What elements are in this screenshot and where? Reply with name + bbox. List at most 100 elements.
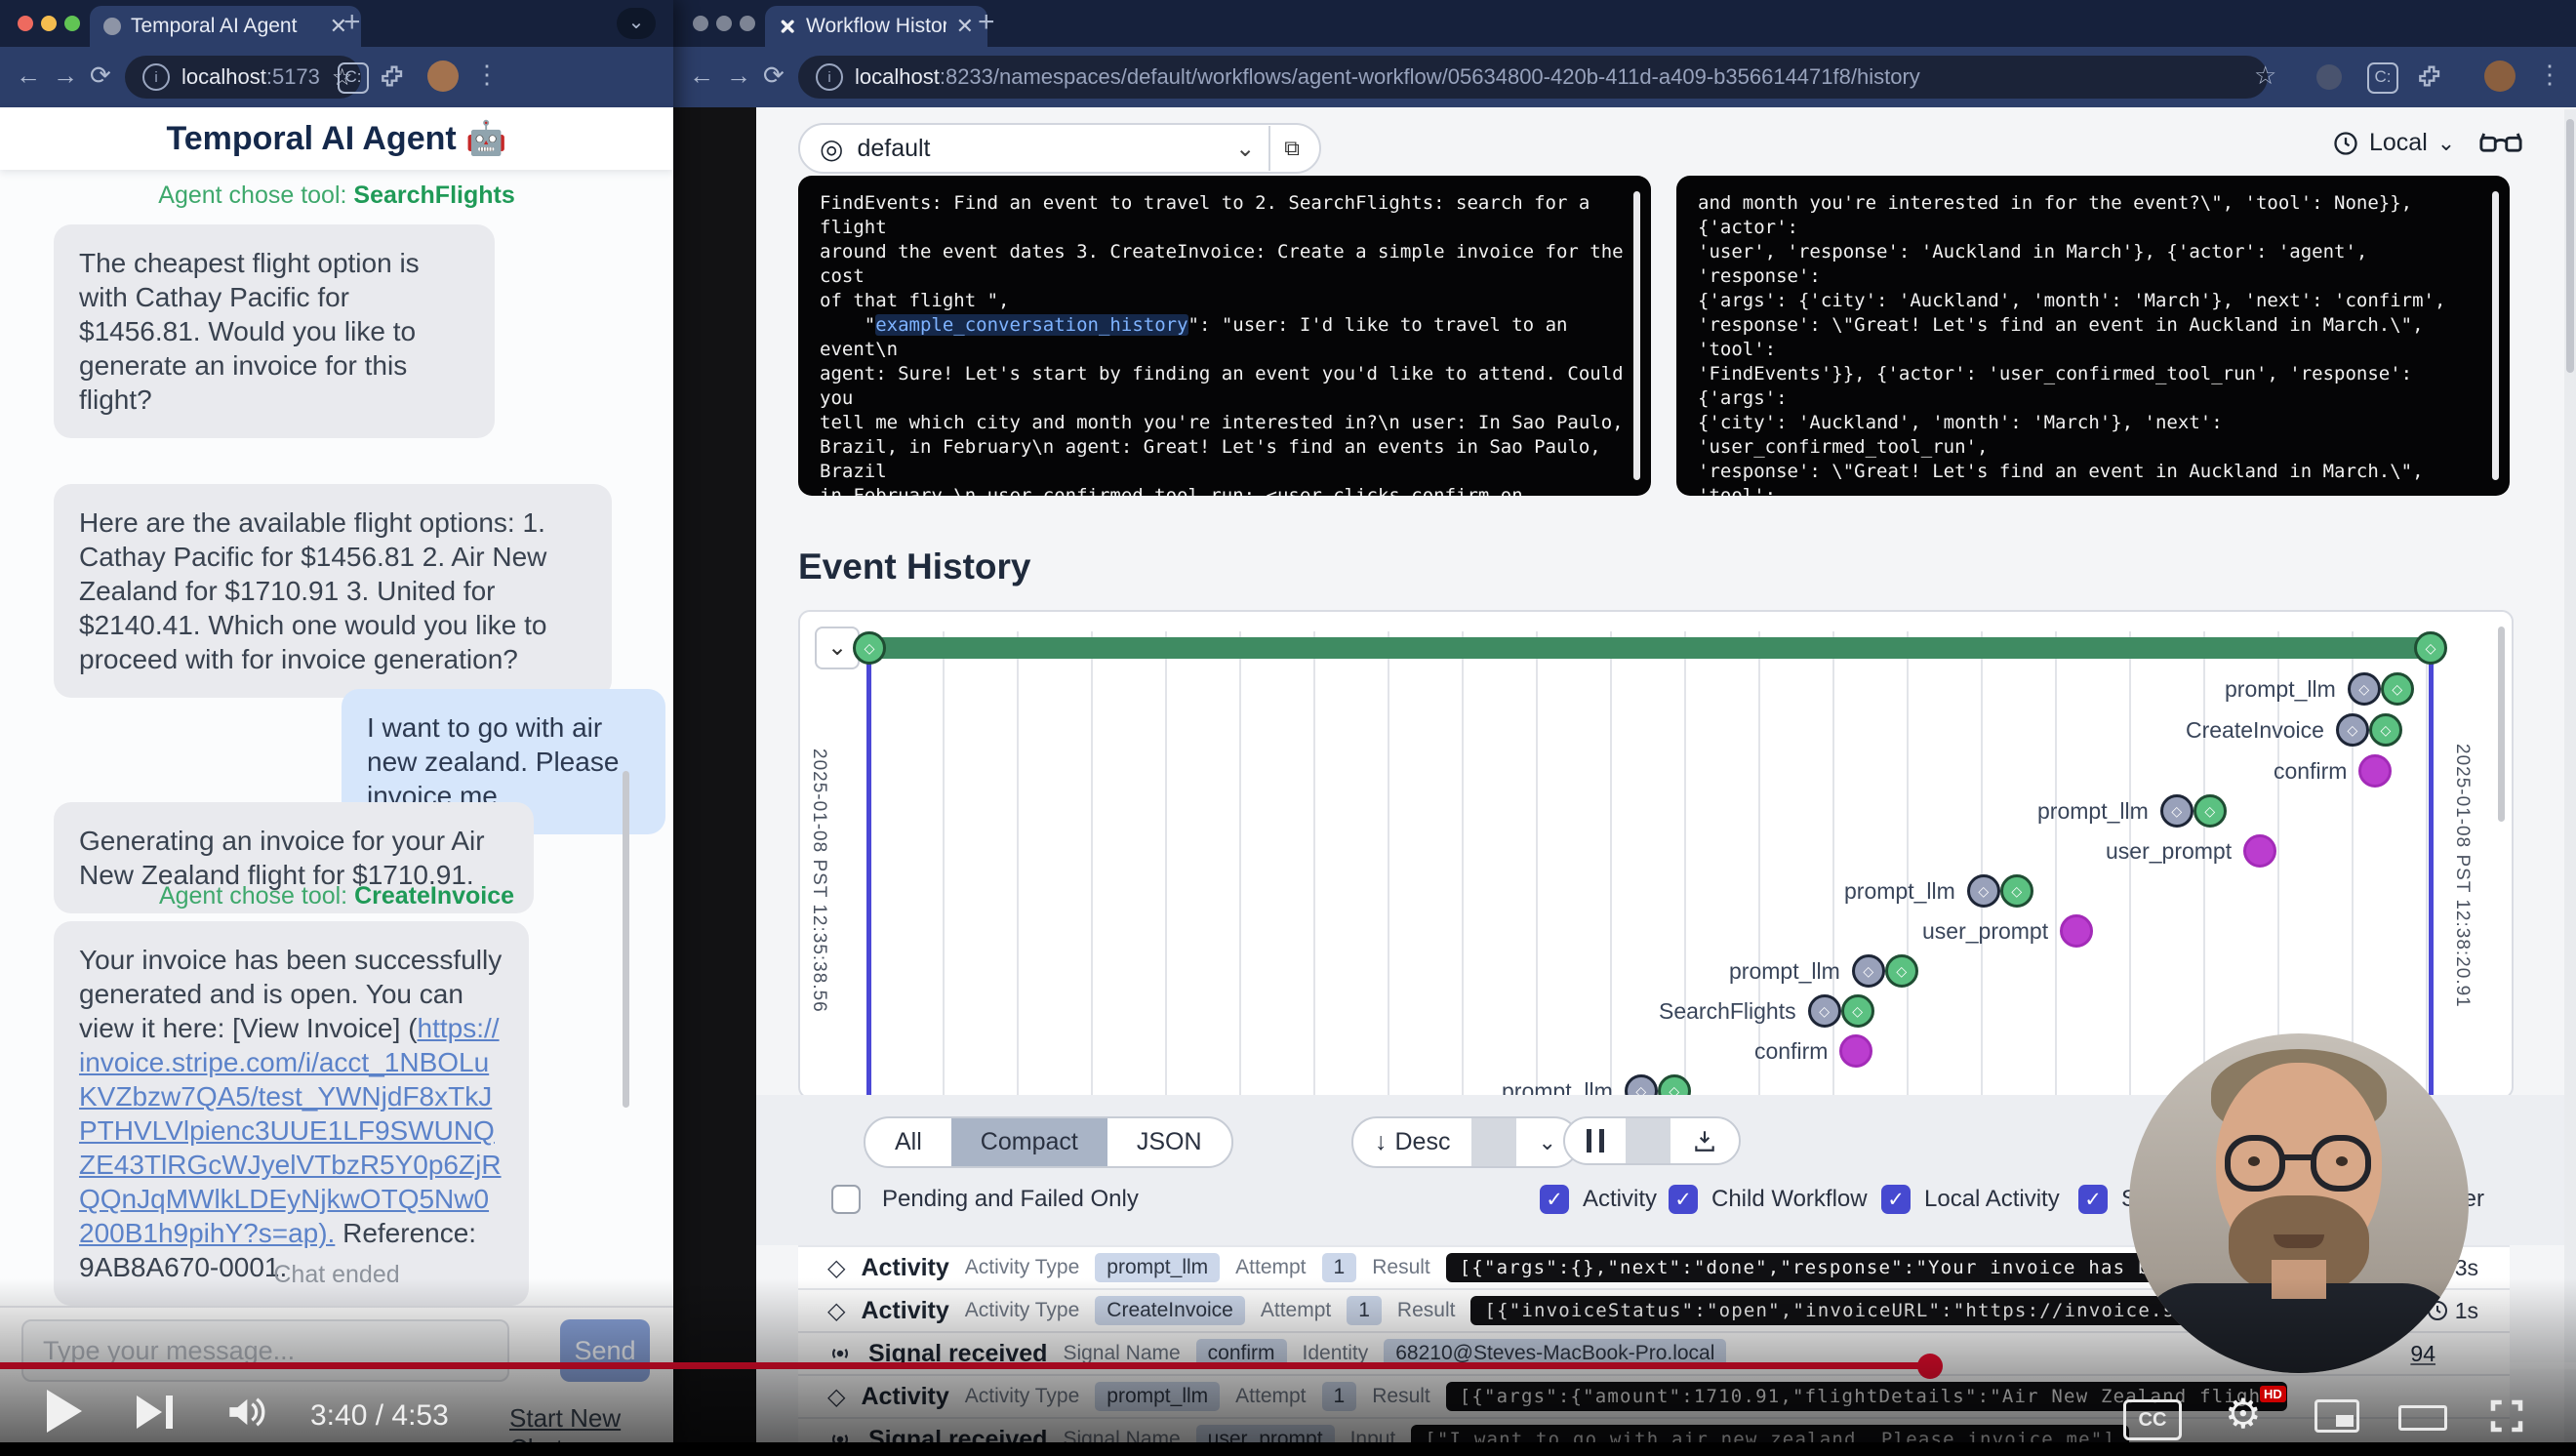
workflow-span-bar[interactable] (868, 637, 2431, 659)
profile-avatar[interactable] (2484, 61, 2516, 92)
kebab-menu-icon[interactable]: ⋮ (2537, 61, 2562, 87)
extension-c-icon[interactable]: C: (2367, 62, 2398, 94)
bookmark-star-icon[interactable]: ☆ (2254, 62, 2276, 88)
namespace-value: default (857, 135, 930, 163)
extensions-puzzle-icon[interactable] (381, 62, 408, 90)
volume-icon[interactable] (226, 1394, 271, 1431)
timeline-row[interactable]: user_prompt (1922, 914, 2093, 948)
reload-icon[interactable]: ⟳ (90, 62, 111, 88)
tab-title: Workflow History | agent-wor (806, 15, 946, 38)
timeline-row[interactable]: prompt_llm◇◇ (1729, 954, 1918, 988)
namespace-icon: ◎ (820, 133, 843, 165)
settings-gear-icon[interactable]: ⚙ (2225, 1390, 2262, 1437)
letterbox-bottom (0, 1442, 2576, 1456)
sort-desc-button[interactable]: ↓Desc (1353, 1118, 1471, 1166)
tab-temporal-ai-agent[interactable]: Temporal AI Agent ✕ (90, 6, 361, 47)
new-tab-button[interactable]: + (343, 8, 361, 37)
captions-button[interactable]: CC (2123, 1399, 2182, 1440)
signal-checkbox[interactable]: ✓ (2078, 1185, 2108, 1214)
miniplayer-button[interactable] (2314, 1399, 2359, 1433)
type-filter-child-workflow[interactable]: ✓Child Workflow (1669, 1185, 1868, 1214)
workflow-input-panel[interactable]: FindEvents: Find an event to travel to 2… (798, 176, 1651, 496)
tool-call-banner: Agent chose tool: SearchFlights (0, 182, 673, 210)
panel-scrollbar[interactable] (2492, 191, 2499, 480)
event-history-title: Event History (798, 546, 1031, 587)
kebab-menu-icon[interactable]: ⋮ (474, 61, 500, 87)
new-tab-button[interactable]: + (978, 8, 995, 37)
minimize-window-button[interactable] (41, 16, 57, 31)
pause-button[interactable] (1565, 1118, 1626, 1163)
namespace-selector[interactable]: ◎ default ⌄ ⧉ (798, 123, 1321, 174)
zoom-window-button[interactable] (740, 16, 755, 31)
site-info-icon[interactable]: i (816, 63, 843, 91)
tool-call-banner: Agent chose tool: CreateInvoice (0, 882, 673, 910)
reload-icon[interactable]: ⟳ (763, 62, 785, 88)
view-mode-segmented-control: All Compact JSON (864, 1116, 1233, 1168)
workflow-start-node[interactable]: ◇ (853, 631, 886, 665)
timeline-row[interactable]: prompt_llm◇◇ (2037, 794, 2227, 828)
tab-close-icon[interactable]: ✕ (956, 14, 974, 39)
activity-checkbox[interactable]: ✓ (1540, 1185, 1569, 1214)
tab-workflow-history[interactable]: Workflow History | agent-wor ✕ (765, 6, 987, 47)
timeline-scrollbar[interactable] (2498, 627, 2505, 822)
fullscreen-button[interactable] (2486, 1395, 2527, 1436)
timeline-row[interactable]: confirm (1754, 1034, 1872, 1068)
local-activity-checkbox[interactable]: ✓ (1881, 1185, 1911, 1214)
profile-avatar[interactable] (427, 61, 459, 92)
forward-icon[interactable]: → (726, 62, 751, 88)
theater-mode-button[interactable] (2398, 1405, 2447, 1431)
hd-quality-badge: HD (2260, 1386, 2286, 1402)
workflow-end-node[interactable]: ◇ (2414, 631, 2447, 665)
back-icon[interactable]: ← (689, 62, 714, 88)
site-info-icon[interactable]: i (142, 63, 170, 91)
forward-icon[interactable]: → (53, 62, 78, 88)
data-encoder-glasses-icon[interactable] (2478, 127, 2523, 160)
next-button[interactable] (137, 1395, 173, 1429)
view-json-button[interactable]: JSON (1107, 1118, 1231, 1166)
chat-header: Temporal AI Agent 🤖 (0, 107, 673, 170)
view-all-button[interactable]: All (865, 1118, 951, 1166)
timeline-row[interactable]: CreateInvoice◇◇ (2186, 713, 2402, 747)
extension-dot-icon[interactable] (2316, 64, 2342, 90)
open-external-icon[interactable]: ⧉ (1284, 136, 1300, 161)
type-filter-local-activity[interactable]: ✓Local Activity (1881, 1185, 2060, 1214)
child-workflow-checkbox[interactable]: ✓ (1669, 1185, 1698, 1214)
close-window-button[interactable] (18, 16, 33, 31)
page-scrollbar[interactable] (2564, 109, 2576, 1444)
pending-failed-filter[interactable]: Pending and Failed Only (831, 1185, 1139, 1214)
presenter-eye (2248, 1156, 2260, 1166)
timeline-row[interactable]: prompt_llm◇◇ (1844, 874, 2033, 908)
right-address-bar[interactable]: i localhost:8233/namespaces/default/work… (798, 56, 2268, 99)
play-button[interactable] (47, 1390, 82, 1433)
back-icon[interactable]: ← (16, 62, 41, 88)
timeline-row[interactable]: prompt_llm◇◇ (2225, 672, 2414, 706)
minimize-window-button[interactable] (716, 16, 732, 31)
close-window-button[interactable] (693, 16, 708, 31)
chevron-down-icon: ⌄ (1235, 135, 1255, 163)
url-port: :5173 (266, 64, 320, 89)
tab-search-chevron-icon[interactable]: ⌄ (617, 8, 656, 39)
timeline-row[interactable]: confirm (2274, 754, 2392, 788)
timeline-end-timestamp: 2025-01-08 PST 12:38:20.91 (2451, 744, 2473, 1008)
left-browser-window: Temporal AI Agent ✕ + ⌄ ← → ⟳ i localhos… (0, 0, 673, 1444)
type-filter-activity[interactable]: ✓Activity (1540, 1185, 1657, 1214)
timeline-row[interactable]: SearchFlights◇◇ (1659, 994, 1874, 1028)
timeline-row[interactable]: user_prompt (2106, 834, 2276, 868)
invoice-link[interactable]: https://invoice.stripe.com/i/acct_1NBOLu… (79, 1013, 502, 1248)
tab-title: Temporal AI Agent (131, 15, 320, 38)
zoom-window-button[interactable] (64, 16, 80, 31)
extension-c-icon[interactable]: C: (338, 62, 369, 94)
extensions-puzzle-icon[interactable] (2418, 62, 2445, 90)
presenter-mouth (2274, 1234, 2324, 1248)
chat-scrollbar[interactable] (623, 771, 629, 1108)
view-compact-button[interactable]: Compact (951, 1118, 1107, 1166)
panel-scrollbar[interactable] (1633, 191, 1640, 480)
timezone-selector[interactable]: Local ⌄ (2332, 129, 2455, 157)
workflow-result-panel[interactable]: and month you're interested in for the e… (1676, 176, 2510, 496)
pending-failed-checkbox[interactable] (831, 1185, 861, 1214)
left-address-bar[interactable]: i localhost:5173 ☆ (125, 56, 361, 99)
chevron-down-icon: ⌄ (1538, 1130, 1555, 1155)
clock-icon (2332, 130, 2359, 157)
download-button[interactable] (1670, 1118, 1739, 1163)
arrow-down-icon: ↓ (1375, 1128, 1388, 1156)
